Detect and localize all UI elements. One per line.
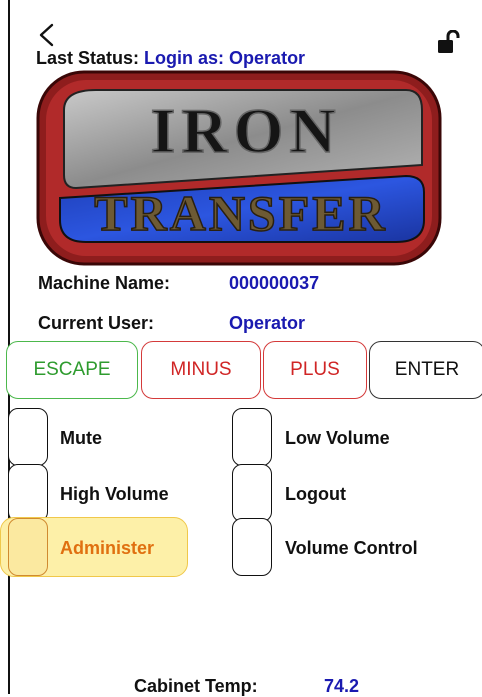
enter-button[interactable]: ENTER	[369, 341, 482, 399]
low-volume-label: Low Volume	[285, 428, 390, 448]
last-status: Last Status: Login as: Operator	[36, 48, 305, 69]
logout-label: Logout	[285, 484, 346, 504]
svg-text:TRANSFER: TRANSFER	[94, 185, 387, 241]
high-volume-label: High Volume	[60, 484, 169, 504]
volume-control-label: Volume Control	[285, 538, 418, 558]
back-chevron-icon[interactable]	[36, 22, 62, 48]
minus-button[interactable]: MINUS	[141, 341, 261, 399]
machine-name-value: 000000037	[229, 273, 320, 293]
plus-button[interactable]: PLUS	[263, 341, 367, 399]
last-status-value: Login as: Operator	[144, 48, 306, 68]
mute-label: Mute	[60, 428, 102, 448]
administer-label: Administer	[60, 538, 155, 558]
current-user-value: Operator	[229, 313, 306, 333]
last-status-label: Last Status:	[36, 48, 140, 68]
iron-transfer-logo: IRON TRANSFER	[36, 70, 442, 266]
administer-checkbox[interactable]	[8, 518, 48, 576]
logout-checkbox[interactable]	[232, 464, 272, 522]
volume-control-checkbox[interactable]	[232, 518, 272, 576]
machine-name-label: Machine Name:	[38, 273, 171, 293]
escape-button[interactable]: ESCAPE	[6, 341, 138, 399]
current-user-label: Current User:	[38, 313, 155, 333]
high-volume-checkbox[interactable]	[8, 464, 48, 522]
mute-checkbox[interactable]	[8, 408, 48, 466]
unlock-icon[interactable]	[437, 30, 461, 54]
low-volume-checkbox[interactable]	[232, 408, 272, 466]
svg-text:IRON: IRON	[150, 95, 341, 166]
